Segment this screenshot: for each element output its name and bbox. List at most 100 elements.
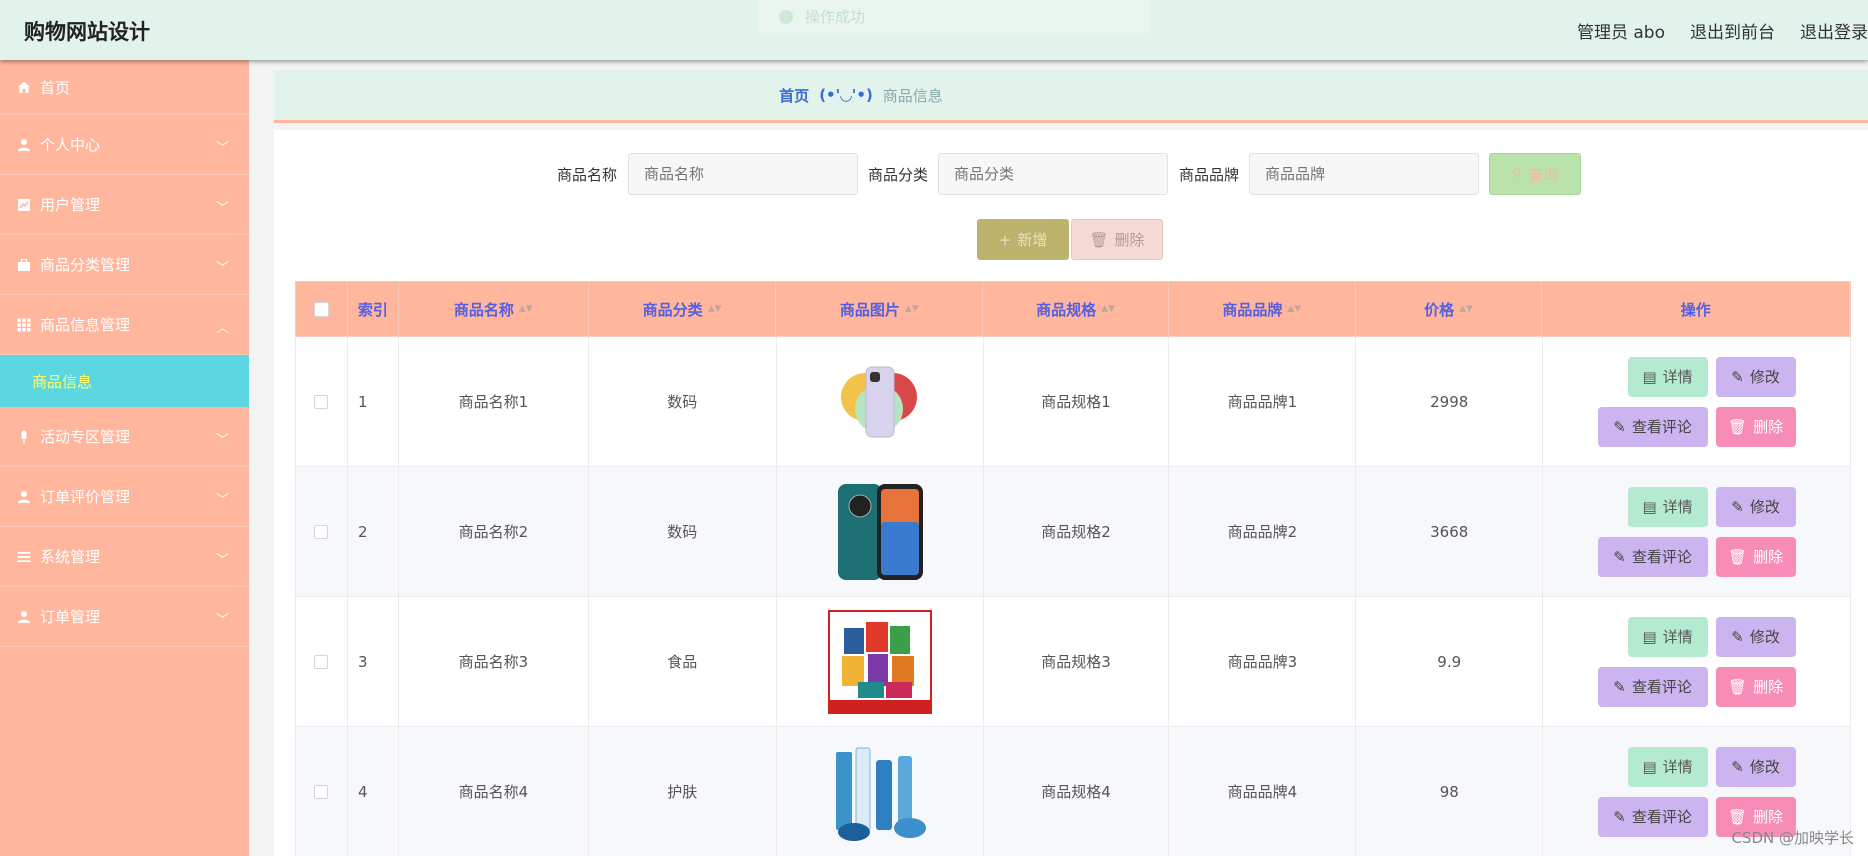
sidebar-item-label: 订单评价管理 [40, 488, 131, 506]
edit-button[interactable]: ✎ 修改 [1715, 746, 1796, 787]
chevron-down-icon: ﹀ [215, 613, 229, 628]
batch-delete-button[interactable]: 🗑 删除 [1071, 219, 1163, 260]
sort-icon[interactable]: ▲▼ [519, 304, 533, 314]
detail-button[interactable]: ▤ 详情 [1627, 486, 1708, 527]
sidebar-item-personal[interactable]: 个人中心 ﹀ [0, 115, 249, 175]
row-category: 数码 [589, 467, 777, 596]
sidebar-item-label: 系统管理 [40, 548, 101, 566]
query-button[interactable]: ⚲ 查询 [1489, 153, 1581, 195]
chevron-down-icon: ﹀ [215, 493, 229, 508]
detail-button[interactable]: ▤ 详情 [1627, 746, 1708, 787]
sidebar-subitem-product-info[interactable]: 商品信息 [0, 355, 249, 407]
row-spec: 商品规格3 [984, 597, 1170, 726]
admin-user-label: 管理员 abo [1576, 23, 1665, 43]
add-button[interactable]: + 新增 [977, 219, 1069, 260]
chevron-down-icon: ﹀ [215, 261, 229, 276]
sort-icon[interactable]: ▲▼ [1287, 304, 1301, 314]
front-page-link[interactable]: 退出到前台 [1690, 18, 1775, 43]
sidebar-item-users[interactable]: 用户管理 ﹀ [0, 175, 249, 235]
sidebar-item-label: 首页 [40, 78, 71, 97]
breadcrumb-separator: (•'◡'•) [819, 86, 873, 104]
sidebar-item-review[interactable]: 订单评价管理 ﹀ [0, 467, 249, 527]
row-checkbox[interactable] [314, 654, 329, 669]
row-name: 商品名称2 [399, 467, 589, 596]
sidebar-item-system[interactable]: 系统管理 ﹀ [0, 527, 249, 587]
product-table: 索引 商品名称 ▲▼ 商品分类 ▲▼ 商品图片 ▲▼ 商品规格 ▲▼ 商品品牌 ▲▼ 价格… [295, 281, 1851, 856]
chevron-down-icon: ﹀ [215, 201, 229, 216]
snack-pack-image [827, 609, 932, 714]
chevron-down-icon: ﹀ [215, 433, 229, 448]
table-row: 1 商品名称1 数码 商品规格1 商品品牌1 2998 ▤ 详情 ✎ 修改 ✎ … [295, 337, 1851, 467]
view-comments-button[interactable]: ✎ 查看评论 [1597, 666, 1708, 707]
sort-icon[interactable]: ▲▼ [1101, 304, 1115, 314]
trash-icon: 🗑 [1728, 807, 1748, 826]
row-price: 2998 [1356, 337, 1544, 466]
edit-button[interactable]: ✎ 修改 [1715, 486, 1796, 527]
view-comments-button[interactable]: ✎ 查看评论 [1597, 406, 1708, 447]
pencil-icon: ✎ [1731, 757, 1744, 776]
row-actions: ▤ 详情 ✎ 修改 ✎ 查看评论 🗑 删除 [1543, 467, 1851, 596]
sidebar-item-orders[interactable]: 订单管理 ﹀ [0, 587, 249, 647]
brand-search-input[interactable] [1249, 153, 1479, 195]
sidebar-item-label: 商品分类管理 [40, 256, 131, 274]
briefcase-icon [16, 257, 31, 272]
toast-message: 操作成功 [805, 8, 866, 26]
sort-icon[interactable]: ▲▼ [708, 304, 722, 314]
row-name: 商品名称1 [399, 337, 589, 466]
header-name[interactable]: 商品名称 ▲▼ [399, 282, 589, 336]
row-checkbox[interactable] [314, 394, 329, 409]
header-price[interactable]: 价格 ▲▼ [1356, 282, 1543, 336]
pencil-icon: ✎ [1613, 807, 1626, 826]
header-category[interactable]: 商品分类 ▲▼ [589, 282, 777, 336]
breadcrumb-home[interactable]: 首页 [779, 85, 809, 106]
delete-button[interactable]: 🗑 删除 [1715, 666, 1796, 707]
phone-image [828, 350, 932, 454]
row-category: 数码 [589, 337, 777, 466]
pencil-icon: ✎ [1613, 547, 1626, 566]
row-spec: 商品规格1 [984, 337, 1170, 466]
sort-icon[interactable]: ▲▼ [1459, 304, 1473, 314]
delete-button[interactable]: 🗑 删除 [1715, 536, 1796, 577]
category-search-input[interactable] [938, 153, 1168, 195]
row-name: 商品名称3 [399, 597, 589, 726]
sidebar-item-category[interactable]: 商品分类管理 ﹀ [0, 235, 249, 295]
detail-button[interactable]: ▤ 详情 [1627, 616, 1708, 657]
header-spec[interactable]: 商品规格 ▲▼ [983, 282, 1169, 336]
breadcrumb-current: 商品信息 [882, 86, 943, 105]
row-price: 9.9 [1356, 597, 1544, 726]
plus-icon: + [998, 230, 1012, 249]
pencil-icon: ✎ [1613, 677, 1626, 696]
logout-link[interactable]: 退出登录 [1800, 18, 1868, 43]
row-brand: 商品品牌2 [1169, 467, 1357, 596]
user-icon [16, 489, 31, 504]
grid-icon [16, 317, 31, 332]
view-comments-button[interactable]: ✎ 查看评论 [1597, 536, 1708, 577]
select-all-checkbox[interactable] [313, 301, 329, 317]
row-image [777, 597, 984, 726]
delete-button[interactable]: 🗑 删除 [1715, 406, 1796, 447]
sidebar-item-activity[interactable]: 活动专区管理 ﹀ [0, 407, 249, 467]
sort-icon[interactable]: ▲▼ [905, 304, 919, 314]
header-brand[interactable]: 商品品牌 ▲▼ [1169, 282, 1356, 336]
product-panel: 商品名称 商品分类 商品品牌 ⚲ 查询 + 新增 🗑 删除 索引 商品名称▲▼ [274, 130, 1868, 856]
chart-icon [16, 197, 31, 212]
name-search-input[interactable] [628, 153, 858, 195]
sidebar-item-product-info[interactable]: 商品信息管理 ︿ [0, 295, 249, 355]
edit-button[interactable]: ✎ 修改 [1715, 616, 1796, 657]
search-icon: ⚲ [1512, 166, 1522, 182]
edit-button[interactable]: ✎ 修改 [1715, 356, 1796, 397]
user-icon [16, 609, 31, 624]
view-comments-button[interactable]: ✎ 查看评论 [1597, 796, 1708, 837]
sidebar-item-label: 商品信息管理 [40, 316, 131, 334]
row-checkbox[interactable] [314, 784, 329, 799]
sidebar-item-label: 用户管理 [40, 196, 101, 214]
main-content: 首页 (•'◡'•) 商品信息 商品名称 商品分类 商品品牌 ⚲ 查询 + 新增… [274, 70, 1868, 856]
sidebar-item-home[interactable]: 首页 [0, 60, 249, 115]
row-checkbox[interactable] [314, 524, 329, 539]
header-image[interactable]: 商品图片 ▲▼ [776, 282, 984, 336]
pencil-icon: ✎ [1613, 417, 1626, 436]
detail-button[interactable]: ▤ 详情 [1627, 356, 1708, 397]
brand-label: 商品品牌 [1179, 166, 1240, 184]
sidebar: 首页 个人中心 ﹀ 用户管理 ﹀ 商品分类管理 ﹀ 商品信息管理 ︿ 商品信息 [0, 60, 249, 856]
header-nav: 管理员 abo 退出到前台 退出登录 [1577, 18, 1868, 43]
